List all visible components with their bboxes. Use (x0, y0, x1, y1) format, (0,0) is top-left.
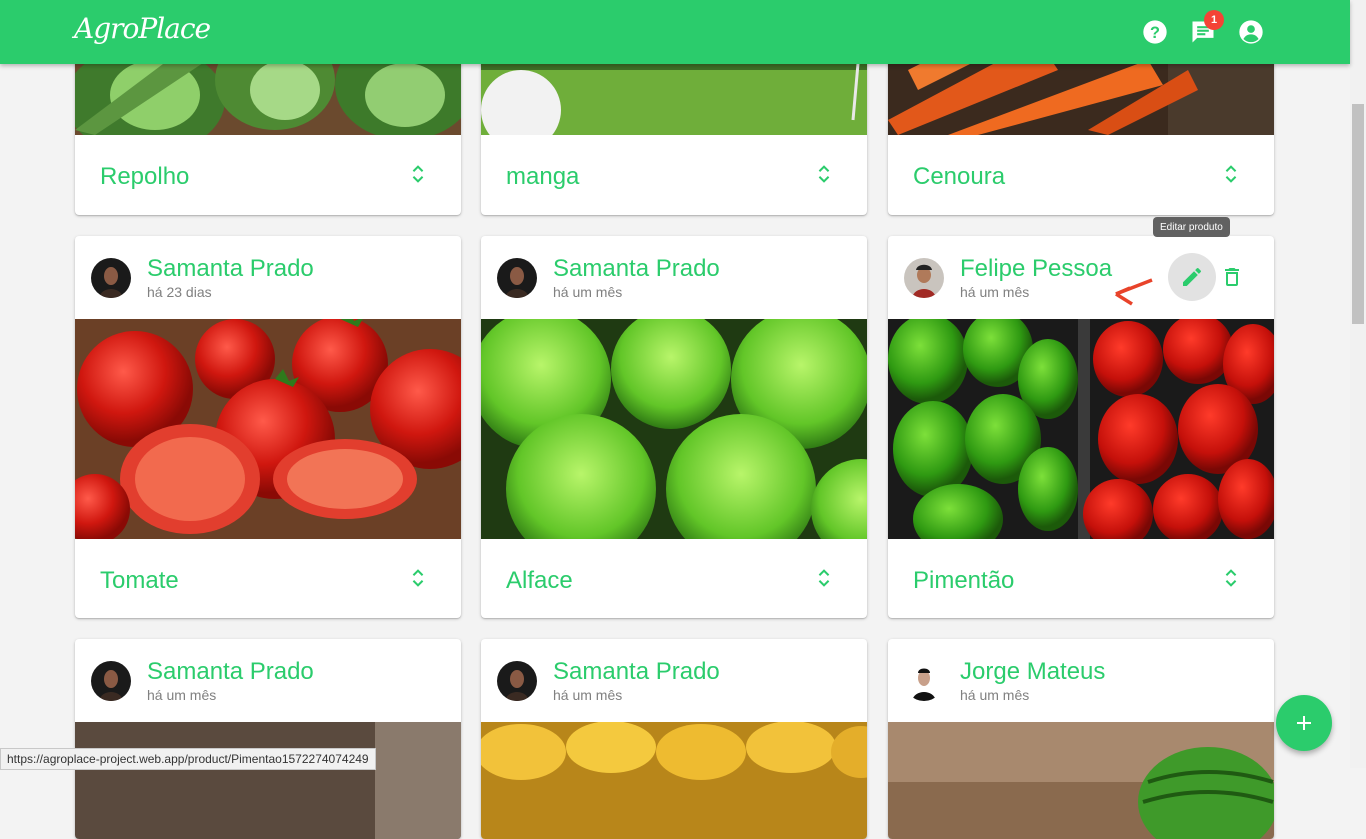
product-image[interactable] (481, 722, 867, 839)
product-image[interactable] (888, 722, 1274, 839)
card-header: Samanta Prado há um mês (481, 639, 867, 722)
product-card[interactable]: Samanta Prado há um mês (481, 639, 867, 839)
product-name[interactable]: Pimentão (913, 567, 1014, 595)
card-footer: Repolho (75, 135, 461, 215)
pencil-icon (1183, 267, 1202, 286)
product-image[interactable] (481, 319, 867, 539)
product-image[interactable] (75, 722, 461, 839)
edit-product-button[interactable] (1168, 253, 1216, 301)
avatar[interactable] (91, 661, 131, 701)
author-name[interactable]: Samanta Prado (147, 658, 314, 686)
card-header: Samanta Prado há um mês (481, 236, 867, 319)
author-name[interactable]: Jorge Mateus (960, 658, 1105, 686)
avatar[interactable] (904, 661, 944, 701)
avatar[interactable] (497, 258, 537, 298)
plus-icon (1297, 716, 1311, 730)
card-header: Felipe Pessoa há um mês (888, 236, 1274, 319)
product-image[interactable] (888, 319, 1274, 539)
unfold-more-icon[interactable] (813, 163, 835, 185)
author-name[interactable]: Samanta Prado (553, 255, 720, 283)
card-footer: Tomate (75, 539, 461, 618)
card-footer: Pimentão (888, 539, 1274, 618)
card-header: Jorge Mateus há um mês (888, 639, 1274, 722)
product-card[interactable]: Felipe Pessoa há um mês Pimentão (888, 236, 1274, 618)
edit-tooltip: Editar produto (1153, 217, 1230, 237)
account-circle-icon[interactable] (1237, 18, 1265, 46)
annotation-arrow-icon (1110, 268, 1160, 313)
avatar[interactable] (497, 661, 537, 701)
notification-badge: 1 (1204, 10, 1224, 30)
product-name[interactable]: manga (506, 163, 579, 191)
product-card[interactable]: Jorge Mateus há um mês (888, 639, 1274, 839)
product-name[interactable]: Repolho (100, 163, 189, 191)
unfold-more-icon[interactable] (813, 567, 835, 589)
product-card[interactable]: Samanta Prado há um mês (75, 639, 461, 839)
post-date: há um mês (553, 687, 623, 703)
unfold-more-icon[interactable] (407, 567, 429, 589)
unfold-more-icon[interactable] (1220, 163, 1242, 185)
product-card[interactable]: Samanta Prado há um mês Alface (481, 236, 867, 618)
post-date: há um mês (553, 284, 623, 300)
author-name[interactable]: Felipe Pessoa (960, 255, 1112, 283)
author-name[interactable]: Samanta Prado (553, 658, 720, 686)
post-date: há um mês (960, 284, 1030, 300)
unfold-more-icon[interactable] (1220, 567, 1242, 589)
help-icon[interactable]: ? (1141, 18, 1169, 46)
avatar[interactable] (91, 258, 131, 298)
product-name[interactable]: Tomate (100, 567, 179, 595)
unfold-more-icon[interactable] (407, 163, 429, 185)
card-footer: Cenoura (888, 135, 1274, 215)
post-date: há 23 dias (147, 284, 212, 300)
post-date: há um mês (960, 687, 1030, 703)
add-product-button[interactable] (1276, 695, 1332, 751)
app-bar: AgroPlace ? 1 (0, 0, 1350, 64)
card-footer: manga (481, 135, 867, 215)
author-name[interactable]: Samanta Prado (147, 255, 314, 283)
card-footer: Alface (481, 539, 867, 618)
card-header: Samanta Prado há 23 dias (75, 236, 461, 319)
avatar[interactable] (904, 258, 944, 298)
trash-icon (1225, 268, 1239, 286)
product-card[interactable]: Samanta Prado há 23 dias Tomate (75, 236, 461, 618)
svg-text:?: ? (1150, 24, 1160, 42)
status-url: https://agroplace-project.web.app/produc… (0, 748, 376, 770)
post-date: há um mês (147, 687, 217, 703)
scrollbar-thumb[interactable] (1352, 104, 1364, 324)
product-name[interactable]: Alface (506, 567, 573, 595)
card-header: Samanta Prado há um mês (75, 639, 461, 722)
delete-product-button[interactable] (1220, 265, 1244, 289)
product-name[interactable]: Cenoura (913, 163, 1005, 191)
app-logo[interactable]: AgroPlace (74, 12, 211, 45)
product-image[interactable] (75, 319, 461, 539)
